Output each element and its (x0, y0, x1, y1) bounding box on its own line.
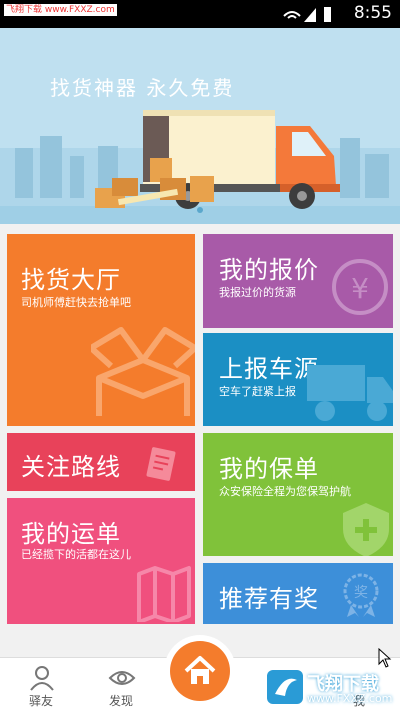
watermark-top: 飞翔下载 www.FXXZ.com (4, 4, 117, 16)
open-box-icon (91, 327, 195, 416)
mouse-cursor-icon (378, 648, 392, 668)
tab-friends-label: 驿友 (28, 694, 53, 708)
tile-my-quote-title: 我的报价 (219, 256, 319, 284)
tab-friends[interactable]: 驿友 (6, 658, 76, 713)
clock: 8:55 (353, 3, 392, 23)
signal-icons (283, 7, 331, 22)
tile-find-cargo-title: 找货大厅 (21, 266, 121, 294)
eye-icon (108, 671, 136, 685)
home-button[interactable] (164, 635, 236, 707)
tile-my-waybill-subtitle: 已经揽下的活都在这儿 (21, 548, 131, 561)
watermark-bottom-line2: www.FXXZ.com (307, 692, 393, 705)
status-bar: 飞翔下载 www.FXXZ.com 8:55 (0, 0, 400, 28)
map-icon (137, 566, 191, 622)
svg-text:奖: 奖 (354, 584, 368, 601)
tile-report-vehicle-subtitle: 空车了赶紧上报 (219, 385, 296, 398)
tile-find-cargo[interactable]: 找货大厅 司机师傅赶快去抢单吧 (7, 234, 195, 426)
tile-my-quote[interactable]: 我的报价 我报过价的货源 ¥ (203, 234, 393, 328)
banner-slogan: 找货神器 永久免费 (50, 76, 235, 100)
tile-my-waybill-title: 我的运单 (21, 520, 121, 548)
truck-icon (307, 365, 393, 421)
tile-referral[interactable]: 推荐有奖 奖 (203, 563, 393, 624)
hero-banner[interactable]: 找货神器 永久免费 (0, 28, 400, 224)
tile-my-policy-subtitle: 众安保险全程为您保驾护航 (219, 485, 351, 498)
award-badge-icon: 奖 (343, 573, 379, 617)
tile-follow-route[interactable]: 关注路线 (7, 433, 195, 491)
shield-icon (343, 503, 389, 556)
yen-coin-icon: ¥ (332, 259, 388, 315)
tile-my-quote-subtitle: 我报过价的货源 (219, 286, 296, 299)
watermark-logo-icon (267, 670, 303, 704)
tab-discover-label: 发现 (108, 694, 133, 708)
tab-discover[interactable]: 发现 (86, 658, 156, 713)
svg-text:¥: ¥ (351, 272, 369, 305)
tile-find-cargo-subtitle: 司机师傅赶快去抢单吧 (21, 296, 131, 309)
person-icon (30, 666, 54, 691)
tile-referral-title: 推荐有奖 (219, 585, 319, 613)
truck-illustration (0, 110, 400, 224)
notepad-icon (146, 447, 176, 481)
tile-my-waybill[interactable]: 我的运单 已经揽下的活都在这儿 (7, 498, 195, 624)
tile-follow-route-title: 关注路线 (21, 453, 121, 481)
tile-my-policy-title: 我的保单 (219, 455, 319, 483)
watermark-bottom: 飞翔下载 www.FXXZ.com (263, 666, 398, 708)
home-icon (184, 656, 216, 684)
tile-report-vehicle[interactable]: 上报车源 空车了赶紧上报 (203, 333, 393, 426)
tile-my-policy[interactable]: 我的保单 众安保险全程为您保驾护航 (203, 433, 393, 556)
